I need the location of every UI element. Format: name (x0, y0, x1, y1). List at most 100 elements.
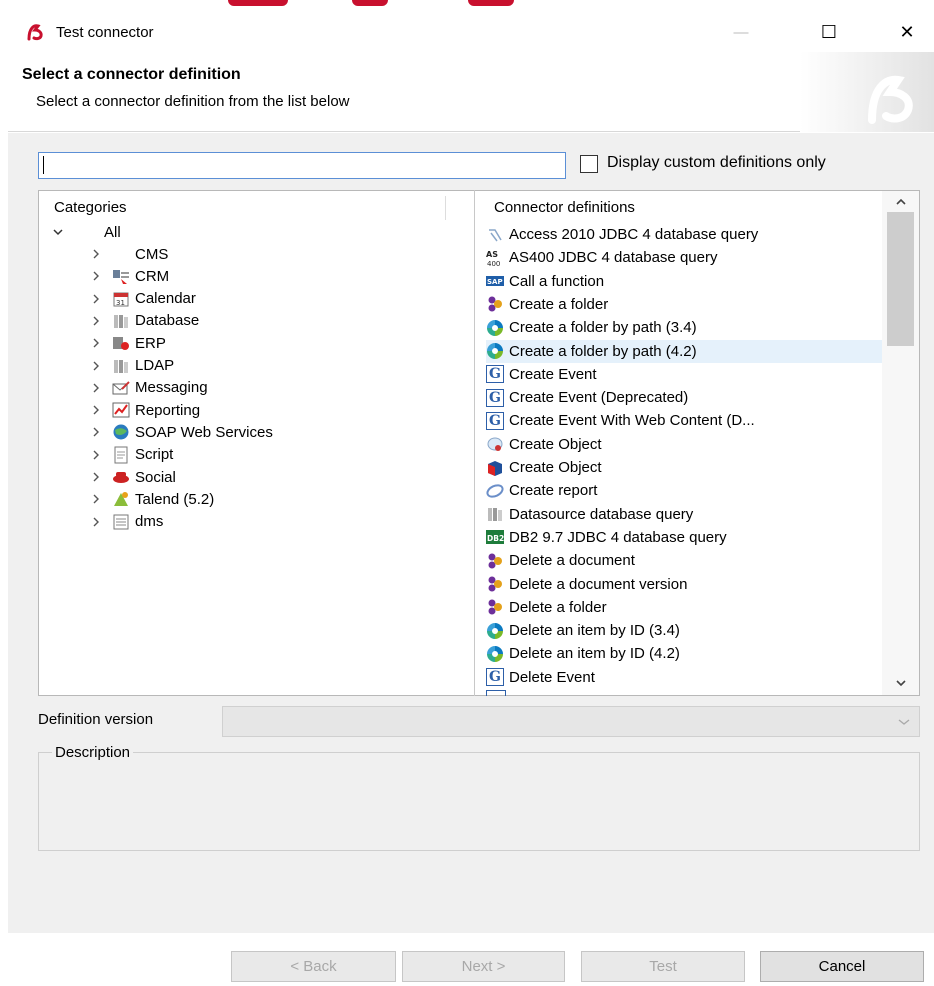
tree-item-all[interactable]: All (52, 221, 121, 243)
tree-item-label: LDAP (135, 357, 175, 374)
talend-icon (112, 490, 130, 508)
definition-list-item[interactable]: AS 400 AS400 JDBC 4 database query (486, 246, 882, 269)
back-button[interactable]: < Back (231, 951, 396, 982)
tree-item-social[interactable]: Social (90, 466, 176, 488)
chevron-right-icon[interactable] (90, 449, 102, 461)
minimize-button[interactable]: — (718, 12, 764, 52)
definition-list-item[interactable]: DB2 DB2 9.7 JDBC 4 database query (486, 526, 882, 549)
chevron-right-icon[interactable] (90, 315, 102, 327)
definition-list-item[interactable]: G Create Event With Web Content (D... (486, 409, 882, 432)
definition-list-item[interactable]: Delete an item by ID (3.4) (486, 619, 882, 642)
definition-label: DB2 9.7 JDBC 4 database query (509, 528, 727, 546)
minimize-icon: — (733, 23, 749, 41)
definition-list-item[interactable]: Create a folder (486, 293, 882, 316)
definition-list-item[interactable]: Create a folder by path (4.2) (486, 339, 882, 363)
definitions-header: Connector definitions (494, 199, 635, 216)
chevron-right-icon[interactable] (90, 337, 102, 349)
google-calendar-icon: G (486, 365, 506, 384)
definition-list-item[interactable]: Access 2010 JDBC 4 database query (486, 223, 882, 246)
tree-item-label: SOAP Web Services (135, 423, 273, 441)
tree-item-erp[interactable]: ERP (90, 332, 166, 354)
window-title: Test connector (56, 24, 154, 41)
definition-list-item[interactable]: Delete a folder (486, 596, 882, 619)
tree-item-ldap[interactable]: LDAP (90, 355, 174, 377)
crm-icon (112, 267, 130, 285)
google-calendar-icon: G (486, 388, 506, 407)
cmis-icon (486, 295, 506, 313)
blank-icon (112, 245, 130, 263)
definition-list-item[interactable]: Create report (486, 479, 882, 502)
definition-list-item[interactable]: Delete a document version (486, 573, 882, 596)
tree-item-label: CRM (135, 267, 170, 285)
definition-label: Create Object (509, 435, 602, 453)
database-icon (112, 312, 130, 330)
tree-item-cms[interactable]: CMS (90, 243, 168, 265)
close-button[interactable]: ✕ (884, 12, 930, 52)
tree-item-messaging[interactable]: Messaging (90, 377, 208, 399)
definition-label: Call a function (509, 272, 605, 290)
tree-item-dms[interactable]: dms (90, 511, 163, 533)
definition-list-item[interactable]: Delete an item by ID (4.2) (486, 642, 882, 665)
chevron-down-icon[interactable] (52, 226, 64, 238)
chevron-right-icon[interactable] (90, 404, 102, 416)
chevron-right-icon[interactable] (90, 493, 102, 505)
custom-only-label[interactable]: Display custom definitions only (607, 154, 826, 172)
tree-item-reporting[interactable]: Reporting (90, 399, 200, 421)
scrollbar-thumb[interactable] (887, 212, 914, 346)
definition-label: Create Event With Web Content (D... (509, 412, 755, 430)
svg-text:31: 31 (116, 299, 125, 307)
next-button[interactable]: Next > (402, 951, 565, 982)
page-subtitle: Select a connector definition from the l… (36, 93, 350, 110)
tree-item-label: Reporting (135, 401, 201, 419)
chevron-down-icon (898, 719, 910, 725)
cmis-icon (486, 552, 506, 570)
definition-list-item[interactable]: G Create Event (Deprecated) (486, 386, 882, 409)
chevron-right-icon[interactable] (90, 293, 102, 305)
definition-label: Create a folder by path (4.2) (509, 342, 697, 360)
definition-label: Create report (509, 482, 598, 500)
alfresco-icon (486, 342, 506, 360)
chevron-right-icon[interactable] (90, 270, 102, 282)
definition-list-item[interactable]: G Create Event (486, 363, 882, 386)
definition-label: Create Event (Deprecated) (509, 389, 689, 407)
list-icon (486, 690, 506, 696)
tree-item-database[interactable]: Database (90, 310, 199, 332)
maximize-button[interactable]: ☐ (806, 12, 852, 52)
chevron-right-icon[interactable] (90, 360, 102, 372)
custom-only-checkbox[interactable] (580, 155, 598, 173)
scroll-up-icon[interactable] (894, 196, 908, 208)
tree-item-crm[interactable]: CRM (90, 265, 169, 287)
cancel-button[interactable]: Cancel (760, 951, 924, 982)
definition-list-item[interactable]: SAP Call a function (486, 270, 882, 293)
tree-item-soap-web-services[interactable]: SOAP Web Services (90, 421, 273, 443)
chevron-right-icon[interactable] (90, 248, 102, 260)
definition-list-item[interactable]: Delete a document (486, 549, 882, 572)
definition-version-select[interactable] (222, 706, 920, 737)
alfresco-icon (486, 622, 506, 640)
tree-item-script[interactable]: Script (90, 444, 173, 466)
object-icon (486, 435, 506, 453)
definition-label: Create a folder (509, 295, 609, 313)
chevron-right-icon[interactable] (90, 382, 102, 394)
chevron-right-icon[interactable] (90, 471, 102, 483)
definition-label: Delete a document version (509, 575, 688, 593)
google-calendar-icon: G (486, 668, 506, 687)
definition-list-item[interactable]: Datasource database query (486, 503, 882, 526)
script-icon (112, 446, 130, 464)
chevron-right-icon[interactable] (90, 426, 102, 438)
definition-list-item[interactable]: Create a folder by path (3.4) (486, 316, 882, 339)
chevron-right-icon[interactable] (90, 516, 102, 528)
search-input[interactable] (38, 152, 566, 179)
list-divider[interactable] (474, 190, 475, 696)
definition-list-item[interactable]: Create Object (486, 433, 882, 456)
definition-list-item-partial[interactable] (486, 690, 882, 696)
definition-list-item[interactable]: Create Object (486, 456, 882, 479)
description-group (38, 752, 920, 851)
definition-list-item[interactable]: G Delete Event (486, 666, 882, 689)
tree-item-talend-5-2[interactable]: Talend (5.2) (90, 488, 214, 510)
definition-label: Datasource database query (509, 505, 694, 523)
test-button[interactable]: Test (581, 951, 745, 982)
cmis-icon (486, 598, 506, 616)
scroll-down-icon[interactable] (894, 677, 908, 689)
tree-item-calendar[interactable]: 31 Calendar (90, 288, 196, 310)
